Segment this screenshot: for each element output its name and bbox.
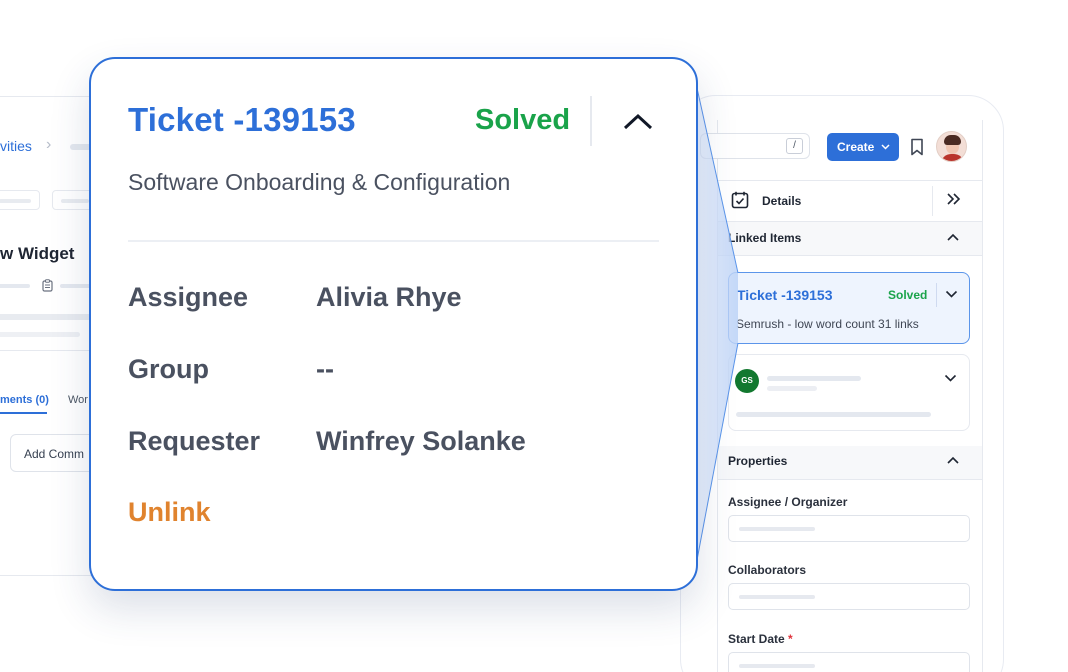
chevron-up-icon[interactable]: [622, 111, 654, 131]
text-placeholder: [0, 314, 100, 320]
breadcrumb-activities[interactable]: vities: [0, 138, 32, 154]
group-value: --: [316, 354, 334, 384]
chevron-down-icon[interactable]: [945, 290, 958, 299]
calendar-check-icon: [731, 191, 749, 209]
create-button-label: Create: [837, 140, 875, 154]
user-avatar[interactable]: [936, 131, 967, 162]
assignee-organizer-label: Assignee / Organizer: [728, 495, 848, 509]
linked-ticket-card[interactable]: [728, 272, 970, 344]
chevron-up-icon[interactable]: [946, 455, 960, 465]
popup-ticket-title[interactable]: Ticket -139153: [128, 101, 356, 139]
details-title: Details: [762, 194, 802, 208]
text-placeholder: [767, 386, 817, 391]
assignee-label: Assignee: [128, 282, 249, 312]
text-placeholder: [736, 412, 931, 417]
widget-title: w Widget: [0, 244, 75, 263]
group-label: Group: [128, 354, 209, 384]
linked-items-title: Linked Items: [728, 231, 802, 245]
chevron-up-icon[interactable]: [946, 232, 960, 242]
assignee-value: Alivia Rhye: [316, 282, 462, 312]
clipboard-icon: [42, 279, 53, 295]
filter-pill[interactable]: [0, 190, 40, 210]
active-tab-indicator: [0, 412, 47, 414]
avatar: GS: [735, 369, 759, 393]
popup-status-badge: Solved: [475, 104, 571, 136]
chevron-down-icon[interactable]: [944, 374, 957, 383]
linked-ticket-title[interactable]: Ticket -139153: [737, 287, 832, 303]
popup-subtitle: Software Onboarding & Configuration: [128, 169, 511, 195]
text-placeholder: [0, 332, 80, 337]
start-date-field[interactable]: [728, 652, 970, 672]
divider: [590, 96, 592, 146]
create-button[interactable]: Create: [827, 133, 899, 161]
divider: [0, 350, 100, 351]
collapse-panel-icon[interactable]: [945, 191, 961, 207]
text-placeholder: [0, 284, 30, 288]
bookmark-icon[interactable]: [910, 138, 924, 156]
unlink-button[interactable]: Unlink: [128, 497, 211, 528]
required-marker: *: [788, 632, 793, 646]
stage: vities › w Widget ments (0) Wor Add Comm…: [0, 0, 1068, 672]
linked-ticket-subtitle: Semrush - low word count 31 links: [736, 317, 919, 331]
requester-label: Requester: [128, 426, 261, 456]
chevron-down-icon: [881, 144, 890, 150]
divider: [936, 283, 937, 307]
details-header: [718, 180, 982, 222]
chevron-right-icon: ›: [46, 136, 52, 153]
collaborators-label: Collaborators: [728, 563, 807, 577]
start-date-label: Start Date *: [728, 632, 793, 646]
search-shortcut-key: /: [786, 138, 803, 154]
start-date-label-text: Start Date: [728, 632, 785, 646]
divider: [128, 240, 659, 242]
tab-work[interactable]: Wor: [68, 394, 88, 406]
text-placeholder: [767, 376, 861, 381]
linked-ticket-status: Solved: [888, 288, 928, 302]
divider: [932, 186, 933, 216]
tab-comments[interactable]: ments (0): [0, 394, 49, 406]
properties-title: Properties: [728, 454, 788, 468]
assignee-organizer-field[interactable]: [728, 515, 970, 542]
requester-value: Winfrey Solanke: [316, 426, 526, 456]
linked-item-card[interactable]: [728, 354, 970, 431]
collaborators-field[interactable]: [728, 583, 970, 610]
